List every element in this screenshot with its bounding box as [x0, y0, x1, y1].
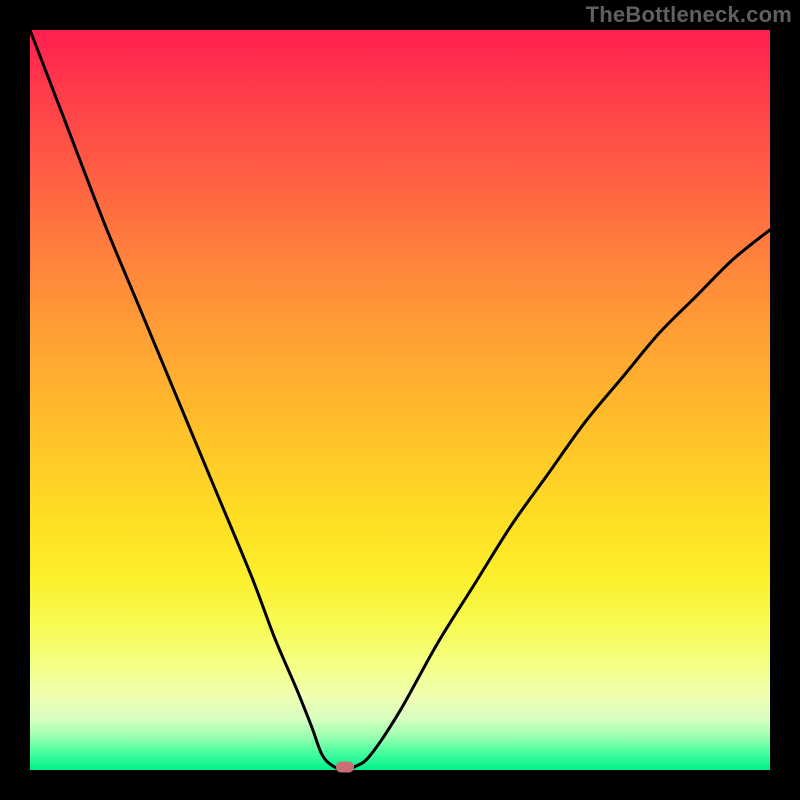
bottleneck-curve	[30, 30, 770, 769]
chart-frame: TheBottleneck.com	[0, 0, 800, 800]
plot-area	[30, 30, 770, 770]
watermark-text: TheBottleneck.com	[586, 2, 792, 28]
minimum-marker	[336, 762, 354, 773]
curve-svg	[30, 30, 770, 770]
